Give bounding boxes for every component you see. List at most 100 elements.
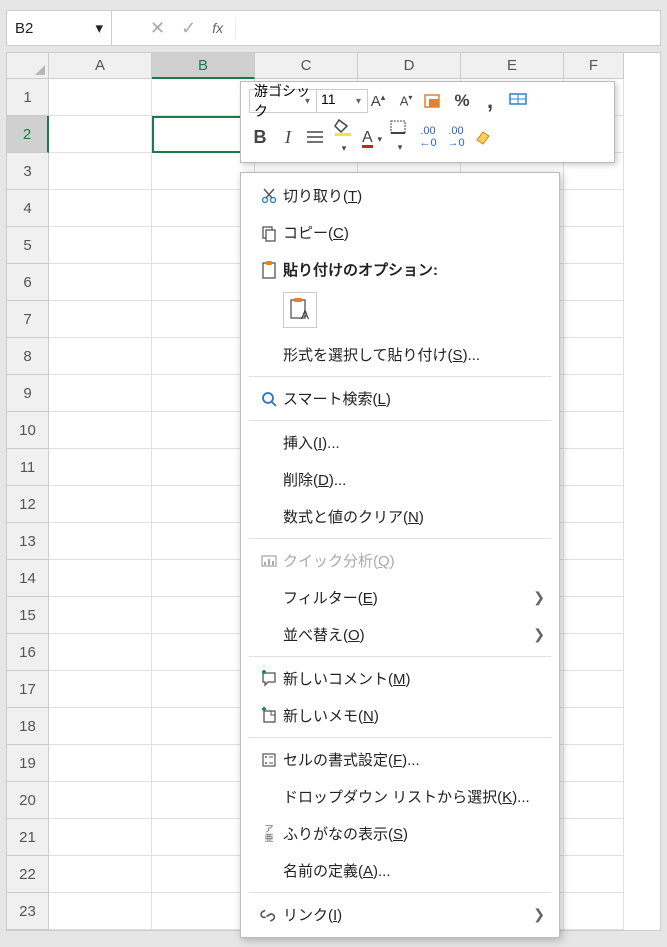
menu-dropdown-pick[interactable]: ドロップダウン リストから選択(K)...: [241, 778, 559, 815]
col-header-F[interactable]: F: [564, 53, 624, 79]
cell-F6[interactable]: [564, 264, 624, 301]
decrease-font-icon[interactable]: A▾: [395, 93, 417, 108]
cell-A3[interactable]: [49, 153, 152, 190]
cell-F20[interactable]: [564, 782, 624, 819]
cell-A9[interactable]: [49, 375, 152, 412]
cell-A1[interactable]: [49, 79, 152, 116]
row-header-2[interactable]: 2: [7, 116, 49, 153]
row-header-9[interactable]: 9: [7, 375, 49, 412]
comma-icon[interactable]: ,: [479, 88, 501, 114]
col-header-B[interactable]: B: [152, 53, 255, 79]
col-header-D[interactable]: D: [358, 53, 461, 79]
menu-smart-lookup[interactable]: スマート検索(L): [241, 380, 559, 417]
row-header-8[interactable]: 8: [7, 338, 49, 375]
menu-cut[interactable]: 切り取り(T): [241, 177, 559, 214]
row-header-19[interactable]: 19: [7, 745, 49, 782]
menu-define-name[interactable]: 名前の定義(A)...: [241, 852, 559, 889]
menu-furigana[interactable]: ア亜 ふりがなの表示(S): [241, 815, 559, 852]
menu-link[interactable]: リンク(I) ❯: [241, 896, 559, 933]
name-box[interactable]: B2 ▾: [7, 11, 112, 45]
row-header-18[interactable]: 18: [7, 708, 49, 745]
cell-A21[interactable]: [49, 819, 152, 856]
cell-A15[interactable]: [49, 597, 152, 634]
col-header-A[interactable]: A: [49, 53, 152, 79]
bold-icon[interactable]: B: [249, 127, 271, 148]
font-color-icon[interactable]: A ▾: [361, 127, 383, 148]
cell-F13[interactable]: [564, 523, 624, 560]
cell-F19[interactable]: [564, 745, 624, 782]
clear-format-icon[interactable]: [473, 128, 495, 146]
name-box-dropdown-icon[interactable]: ▾: [95, 19, 103, 37]
cell-F10[interactable]: [564, 412, 624, 449]
row-header-11[interactable]: 11: [7, 449, 49, 486]
cell-A6[interactable]: [49, 264, 152, 301]
font-size-select[interactable]: 11: [316, 89, 368, 113]
cell-F12[interactable]: [564, 486, 624, 523]
row-header-4[interactable]: 4: [7, 190, 49, 227]
align-icon[interactable]: [305, 129, 327, 145]
select-all-corner[interactable]: [7, 53, 49, 79]
fill-color-icon[interactable]: ▾: [333, 118, 355, 156]
italic-icon[interactable]: I: [277, 127, 299, 148]
cell-A19[interactable]: [49, 745, 152, 782]
cell-F16[interactable]: [564, 634, 624, 671]
row-header-14[interactable]: 14: [7, 560, 49, 597]
cell-F21[interactable]: [564, 819, 624, 856]
col-header-C[interactable]: C: [255, 53, 358, 79]
cell-F5[interactable]: [564, 227, 624, 264]
borders-icon[interactable]: ▾: [389, 119, 411, 155]
row-header-17[interactable]: 17: [7, 671, 49, 708]
accounting-format-icon[interactable]: [423, 92, 445, 110]
menu-new-comment[interactable]: 新しいコメント(M): [241, 660, 559, 697]
menu-clear[interactable]: 数式と値のクリア(N): [241, 498, 559, 535]
cell-A13[interactable]: [49, 523, 152, 560]
menu-sort[interactable]: 並べ替え(O) ❯: [241, 616, 559, 653]
cell-F4[interactable]: [564, 190, 624, 227]
row-header-1[interactable]: 1: [7, 79, 49, 116]
row-header-6[interactable]: 6: [7, 264, 49, 301]
menu-filter[interactable]: フィルター(E) ❯: [241, 579, 559, 616]
menu-insert[interactable]: 挿入(I)...: [241, 424, 559, 461]
cell-A2[interactable]: [49, 116, 152, 153]
menu-format-cells[interactable]: セルの書式設定(F)...: [241, 741, 559, 778]
font-family-select[interactable]: 游ゴシック: [249, 89, 317, 113]
cell-A12[interactable]: [49, 486, 152, 523]
col-header-E[interactable]: E: [461, 53, 564, 79]
row-header-13[interactable]: 13: [7, 523, 49, 560]
cell-A7[interactable]: [49, 301, 152, 338]
cell-F23[interactable]: [564, 893, 624, 930]
menu-delete[interactable]: 削除(D)...: [241, 461, 559, 498]
format-painter-icon[interactable]: [507, 92, 529, 110]
cell-F17[interactable]: [564, 671, 624, 708]
menu-paste-special[interactable]: 形式を選択して貼り付け(S)...: [241, 336, 559, 373]
cell-A10[interactable]: [49, 412, 152, 449]
decrease-decimal-icon[interactable]: .00→0: [445, 125, 467, 149]
cell-A8[interactable]: [49, 338, 152, 375]
cell-A22[interactable]: [49, 856, 152, 893]
menu-new-note[interactable]: 新しいメモ(N): [241, 697, 559, 734]
cell-A17[interactable]: [49, 671, 152, 708]
cell-F8[interactable]: [564, 338, 624, 375]
menu-copy[interactable]: コピー(C): [241, 214, 559, 251]
cell-F18[interactable]: [564, 708, 624, 745]
row-header-23[interactable]: 23: [7, 893, 49, 930]
cell-A14[interactable]: [49, 560, 152, 597]
row-header-21[interactable]: 21: [7, 819, 49, 856]
row-header-12[interactable]: 12: [7, 486, 49, 523]
row-header-20[interactable]: 20: [7, 782, 49, 819]
cell-F9[interactable]: [564, 375, 624, 412]
increase-font-icon[interactable]: A▴: [367, 92, 389, 110]
cell-A18[interactable]: [49, 708, 152, 745]
row-header-22[interactable]: 22: [7, 856, 49, 893]
cell-A20[interactable]: [49, 782, 152, 819]
percent-icon[interactable]: %: [451, 91, 473, 111]
cell-A16[interactable]: [49, 634, 152, 671]
cell-F22[interactable]: [564, 856, 624, 893]
cell-F14[interactable]: [564, 560, 624, 597]
fx-label[interactable]: fx: [212, 20, 223, 36]
cell-A5[interactable]: [49, 227, 152, 264]
cell-F11[interactable]: [564, 449, 624, 486]
increase-decimal-icon[interactable]: .00←0: [417, 125, 439, 149]
row-header-15[interactable]: 15: [7, 597, 49, 634]
cell-F7[interactable]: [564, 301, 624, 338]
